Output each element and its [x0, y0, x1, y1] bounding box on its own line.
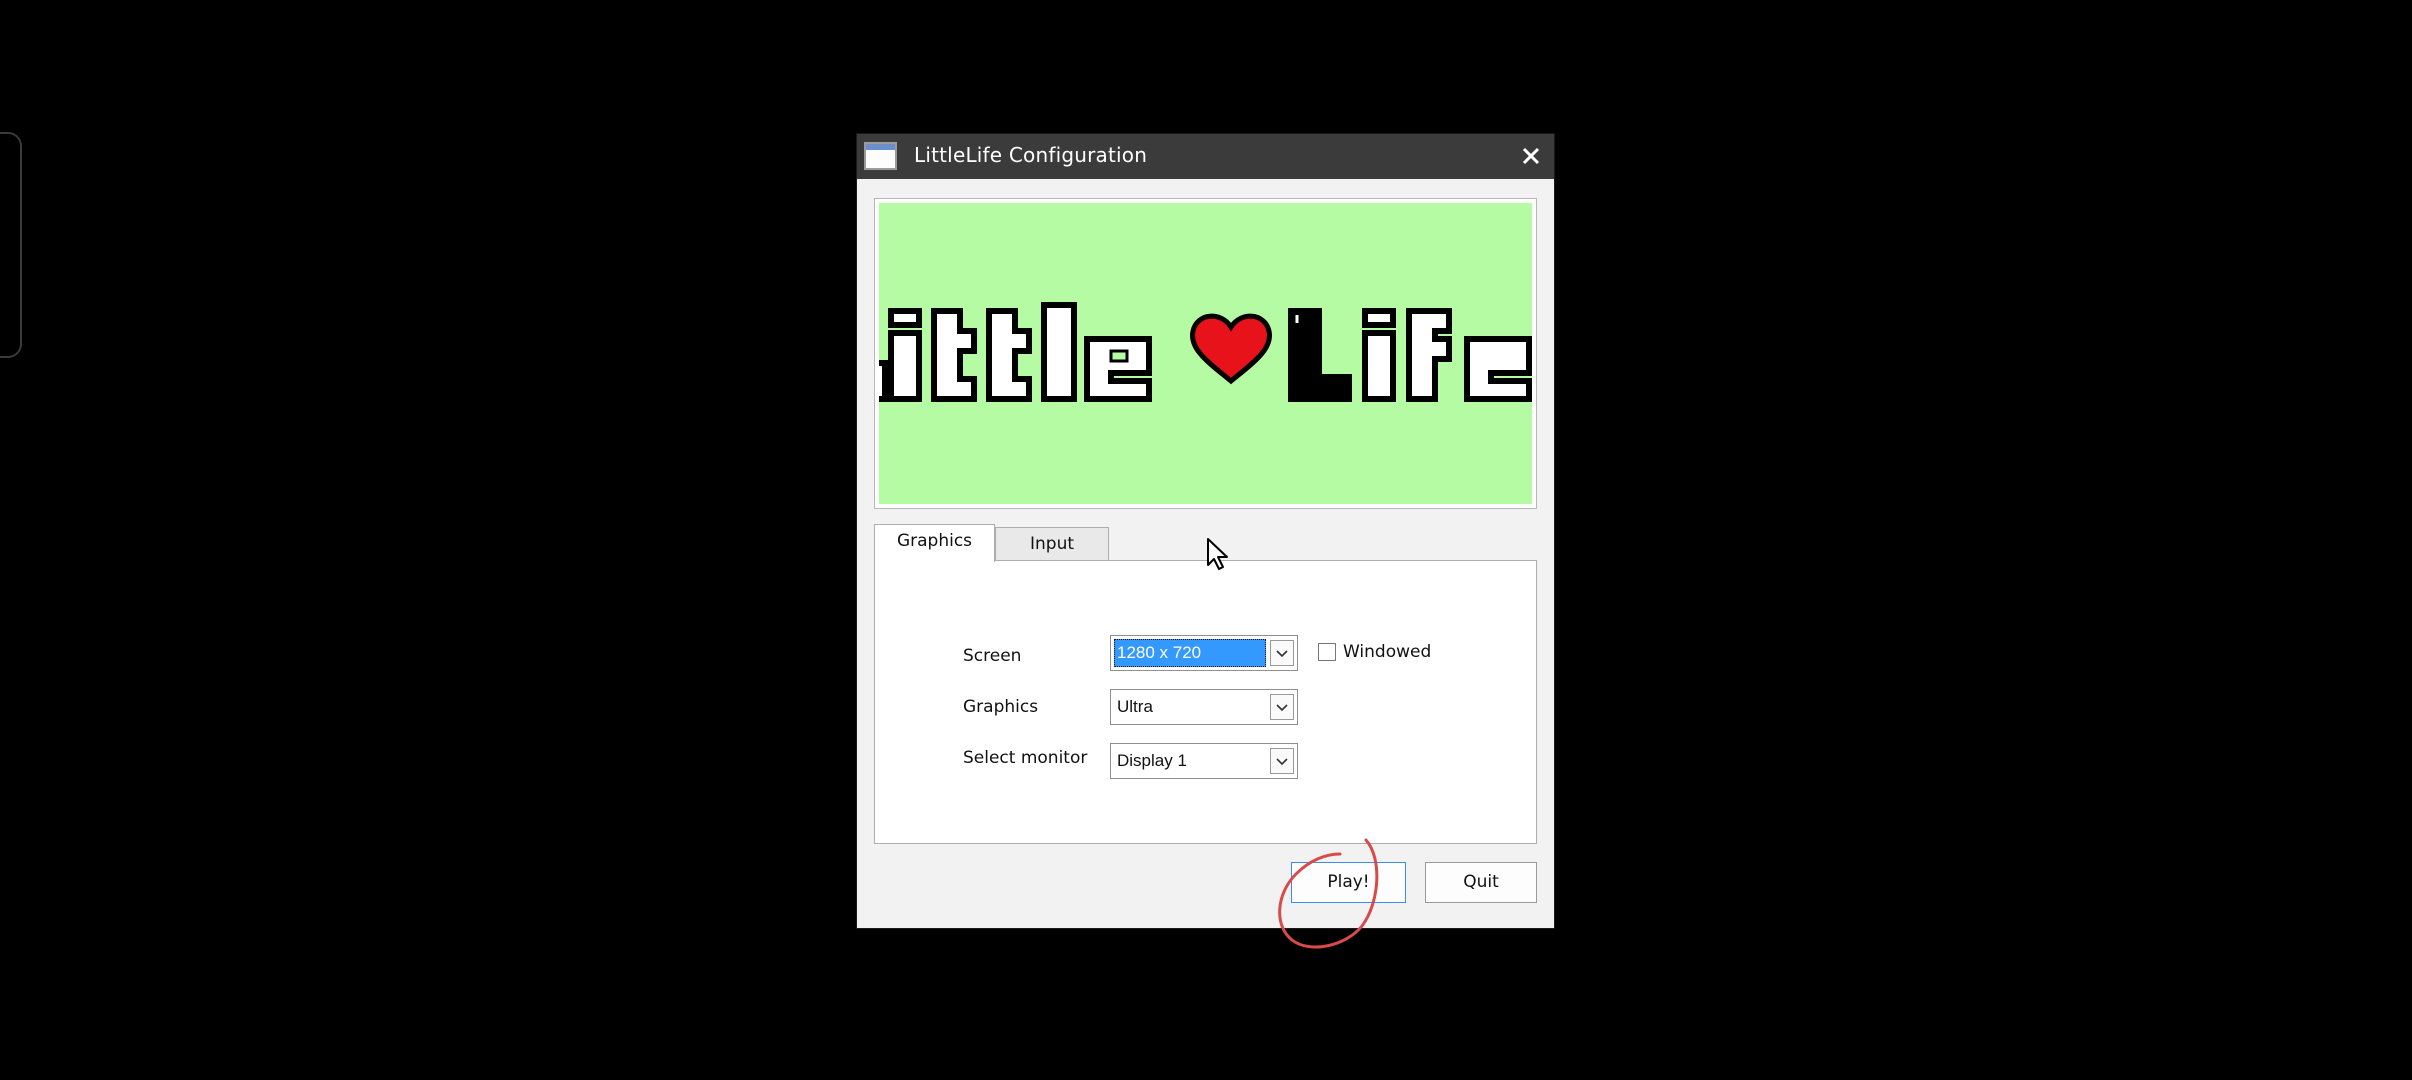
littlelife-logo: [879, 302, 1532, 402]
chevron-down-icon: [1276, 704, 1288, 712]
app-window-icon: [864, 142, 897, 170]
screen-dropdown-button[interactable]: [1270, 640, 1294, 666]
screen-resolution-select[interactable]: 1280 x 720: [1110, 635, 1298, 671]
monitor-label: Select monitor: [963, 748, 1088, 768]
heart-icon: [1190, 313, 1272, 385]
windowed-checkbox[interactable]: [1318, 643, 1336, 661]
window-title: LittleLife Configuration: [914, 143, 1148, 167]
screen-resolution-value: 1280 x 720: [1114, 639, 1266, 667]
graphics-dropdown-button[interactable]: [1270, 694, 1294, 720]
monitor-dropdown-button[interactable]: [1270, 748, 1294, 774]
chevron-down-icon: [1276, 758, 1288, 766]
graphics-quality-label: Graphics: [963, 697, 1039, 717]
play-button[interactable]: Play!: [1291, 862, 1406, 903]
chevron-down-icon: [1276, 650, 1288, 658]
graphics-quality-select[interactable]: Ultra: [1110, 689, 1298, 725]
game-banner: [874, 198, 1537, 509]
close-button[interactable]: [1514, 139, 1548, 173]
title-bar[interactable]: LittleLife Configuration: [857, 134, 1554, 179]
tab-input[interactable]: Input: [995, 527, 1109, 563]
tab-graphics[interactable]: Graphics: [874, 524, 995, 562]
config-dialog: LittleLife Configuration Graphics Input …: [857, 134, 1554, 928]
background-window-edge: [0, 132, 22, 358]
graphics-quality-value: Ultra: [1117, 697, 1153, 716]
close-icon: [1522, 147, 1540, 165]
settings-tabs: Graphics Input Screen 1280 x 720 Windowe…: [874, 524, 1537, 974]
screen-label: Screen: [963, 646, 1022, 666]
windowed-label: Windowed: [1343, 642, 1432, 662]
quit-button[interactable]: Quit: [1425, 862, 1537, 903]
monitor-select[interactable]: Display 1: [1110, 743, 1298, 779]
monitor-value: Display 1: [1117, 751, 1187, 770]
graphics-panel: Screen 1280 x 720 Windowed Graphics Ultr…: [874, 560, 1537, 844]
